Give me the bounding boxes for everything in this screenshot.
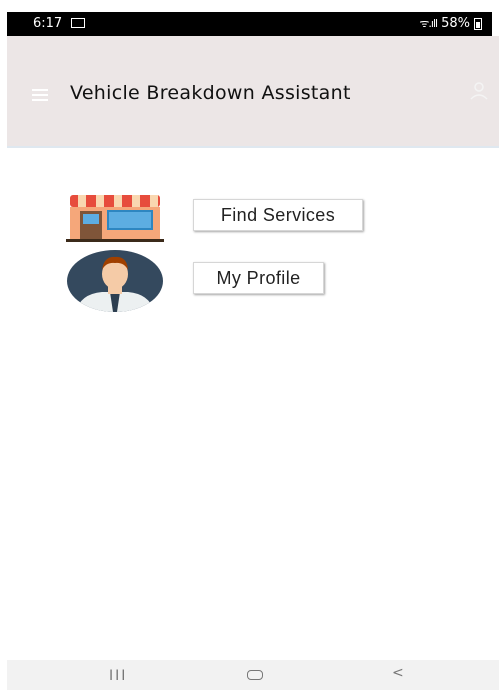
shop-icon[interactable] <box>66 193 164 243</box>
home-button[interactable] <box>247 670 263 680</box>
find-services-button[interactable]: Find Services <box>193 199 363 231</box>
battery-percent: 58% <box>441 16 470 31</box>
app-bar: Vehicle Breakdown Assistant <box>7 36 499 148</box>
person-avatar-icon[interactable] <box>66 250 164 312</box>
menu-icon[interactable] <box>32 89 48 101</box>
page-title: Vehicle Breakdown Assistant <box>70 82 351 104</box>
account-icon[interactable] <box>469 81 489 101</box>
status-indicators: ᯤ.ıll 58% <box>419 16 482 31</box>
recent-apps-button[interactable]: III <box>109 668 127 684</box>
gallery-icon <box>71 18 85 28</box>
back-button[interactable]: < <box>392 665 404 681</box>
my-profile-button[interactable]: My Profile <box>193 262 324 294</box>
system-nav-bar: III < <box>7 660 499 690</box>
status-time: 6:17 <box>33 16 63 31</box>
status-bar: 6:17 ᯤ.ıll 58% <box>7 12 492 36</box>
screen-left-edge <box>0 0 7 690</box>
battery-icon <box>474 17 482 30</box>
signal-icon: ᯤ.ıll <box>419 17 438 30</box>
